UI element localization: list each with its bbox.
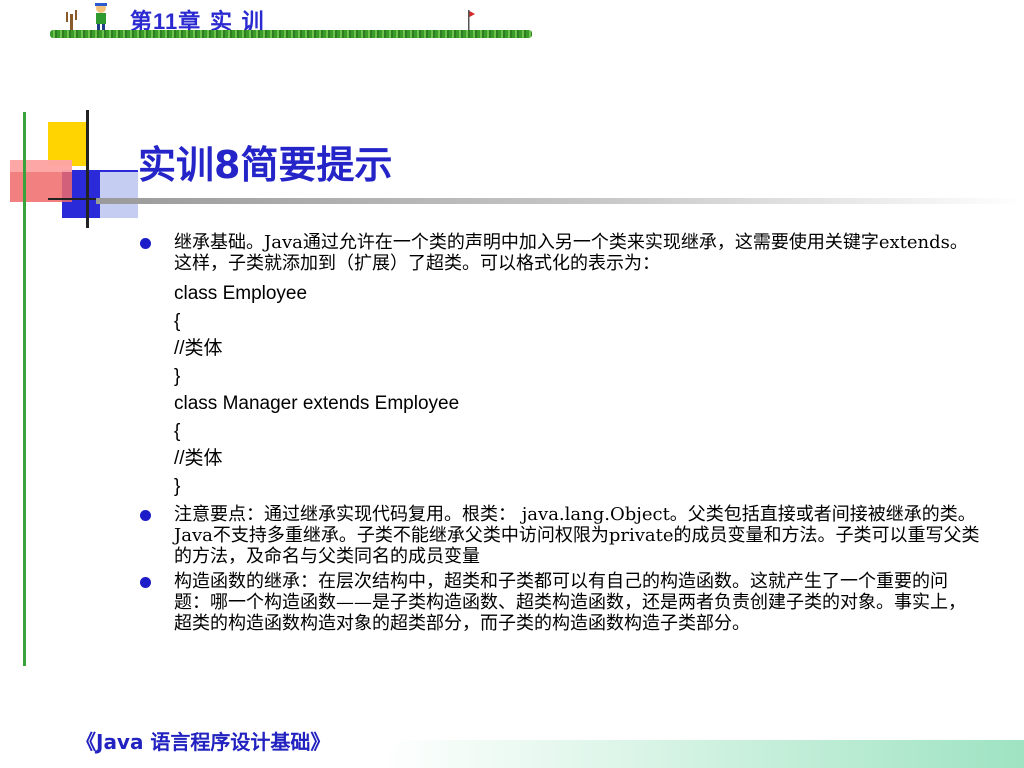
- bullet-dot: [140, 577, 151, 588]
- code-block: class Employee { //类体 } class Manager ex…: [174, 280, 980, 500]
- slide-title: 实训8简要提示: [138, 143, 393, 187]
- code-line: }: [174, 475, 181, 497]
- slide-content: 继承基础。Java通过允许在一个类的声明中加入另一个类来实现继承，这需要使用关键…: [140, 232, 980, 638]
- flag-icon: [468, 10, 475, 32]
- bullet-text: 继承基础。Java通过允许在一个类的声明中加入另一个类来实现继承，这需要使用关键…: [174, 232, 968, 274]
- code-line: class Manager extends Employee: [174, 393, 460, 414]
- bullet-item: 继承基础。Java通过允许在一个类的声明中加入另一个类来实现继承，这需要使用关键…: [140, 232, 980, 500]
- footer-band: [380, 740, 1024, 768]
- code-line: //类体: [174, 448, 223, 469]
- title-underline: [96, 198, 1024, 204]
- grass-strip: [50, 30, 532, 38]
- code-line: {: [174, 420, 181, 442]
- bullet-text: 注意要点：通过继承实现代码复用。根类： java.lang.Object。父类包…: [174, 504, 980, 567]
- code-line: class Employee: [174, 283, 308, 304]
- tree-icon: [66, 10, 77, 32]
- bullet-dot: [140, 510, 151, 521]
- decorative-blocks: [10, 110, 138, 228]
- code-line: //类体: [174, 338, 223, 359]
- bullet-item: 构造函数的继承：在层次结构中，超类和子类都可以有自己的构造函数。这就产生了一个重…: [140, 571, 980, 634]
- bullet-item: 注意要点：通过继承实现代码复用。根类： java.lang.Object。父类包…: [140, 504, 980, 567]
- chapter-header: 第11章 实 训: [50, 0, 532, 40]
- bullet-text: 构造函数的继承：在层次结构中，超类和子类都可以有自己的构造函数。这就产生了一个重…: [174, 571, 966, 634]
- footer-book-title: 《Java 语言程序设计基础》: [76, 730, 331, 754]
- bullet-dot: [140, 238, 151, 249]
- code-line: }: [174, 365, 181, 387]
- code-line: {: [174, 310, 181, 332]
- vertical-accent-line: [23, 112, 26, 666]
